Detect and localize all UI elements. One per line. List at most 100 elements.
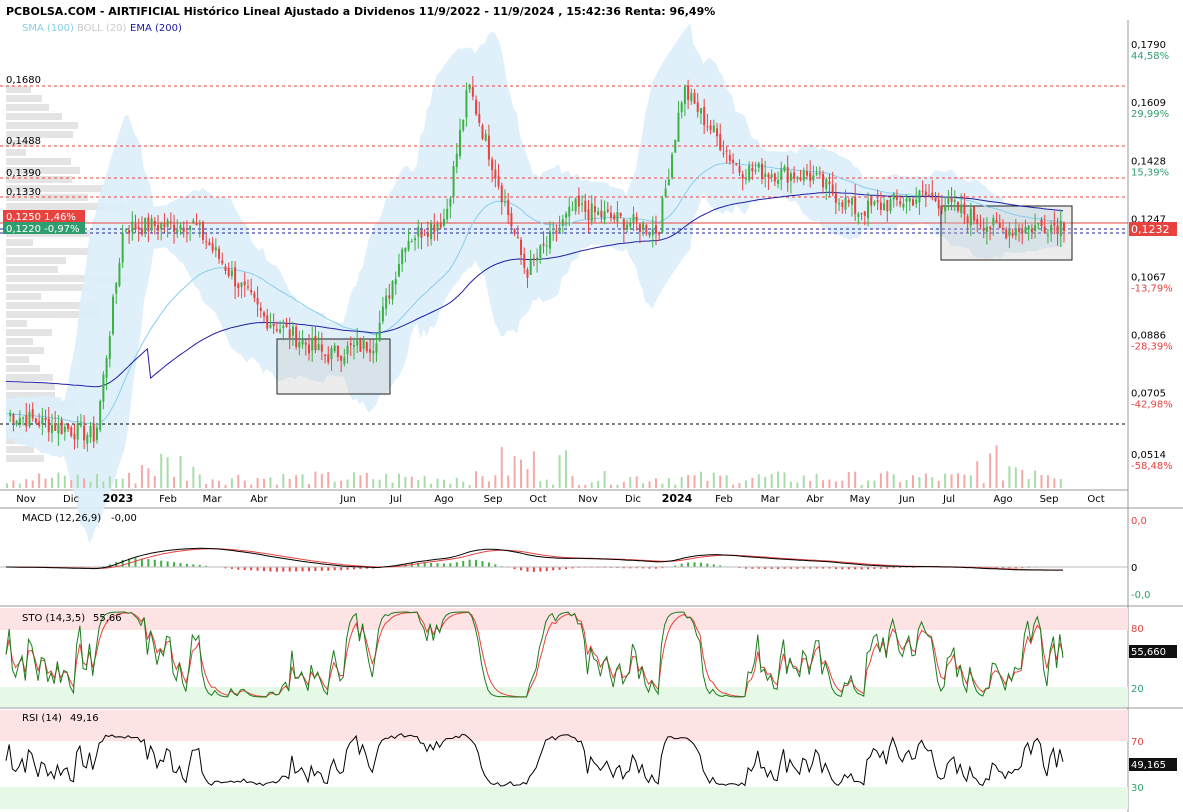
volume-bar bbox=[654, 478, 657, 488]
candle-body bbox=[985, 226, 988, 233]
legend-boll: BOLL (20) bbox=[77, 23, 127, 34]
candle-body bbox=[70, 427, 73, 437]
volume-bar bbox=[706, 480, 709, 488]
month-label: Abr bbox=[250, 494, 268, 505]
candle-body bbox=[953, 200, 956, 202]
volume-bar bbox=[263, 478, 266, 488]
month-label: May bbox=[850, 494, 871, 505]
volume-bar bbox=[269, 477, 272, 488]
macd-histogram-bar bbox=[153, 559, 156, 567]
candle-body bbox=[989, 226, 992, 229]
candle-body bbox=[308, 344, 310, 354]
volume-profile-bar bbox=[6, 266, 58, 273]
candle-body bbox=[854, 196, 857, 214]
candle-body bbox=[352, 345, 355, 347]
candle-body bbox=[626, 224, 629, 230]
candle-body bbox=[847, 200, 850, 203]
month-label: 2024 bbox=[662, 492, 693, 505]
macd-histogram-bar bbox=[442, 563, 445, 567]
volume-bar bbox=[777, 471, 780, 488]
macd-histogram-bar bbox=[481, 561, 484, 567]
candle-body bbox=[362, 339, 365, 349]
month-label: Sep bbox=[1040, 494, 1059, 505]
candle-body bbox=[520, 239, 523, 255]
volume-bar bbox=[76, 474, 79, 488]
sto-label: STO (14,3,5) bbox=[22, 613, 85, 624]
volume-bar bbox=[372, 479, 375, 488]
volume-bar bbox=[218, 481, 221, 488]
volume-bar bbox=[648, 481, 651, 488]
macd-tick: 0,0 bbox=[1131, 516, 1147, 527]
candle-body bbox=[918, 190, 921, 203]
candle-body bbox=[301, 339, 304, 345]
candle-body bbox=[282, 325, 285, 328]
volume-bar bbox=[295, 475, 298, 488]
macd-histogram-bar bbox=[487, 562, 490, 567]
candle-body bbox=[1034, 224, 1037, 231]
volume-bar bbox=[873, 480, 876, 488]
candle-body bbox=[115, 283, 118, 294]
candle-body bbox=[568, 206, 571, 217]
price-pct-label: -28,39% bbox=[1131, 341, 1173, 352]
sto-overbought-zone bbox=[0, 608, 1128, 630]
candle-body bbox=[25, 415, 28, 427]
volume-bar bbox=[1053, 478, 1056, 488]
volume-bar bbox=[417, 480, 420, 488]
volume-bar bbox=[989, 453, 992, 488]
volume-bar bbox=[153, 476, 156, 488]
left-level-label: 0,1390 bbox=[6, 168, 41, 179]
candle-body bbox=[128, 230, 131, 234]
candle-body bbox=[651, 228, 654, 236]
candle-body bbox=[285, 323, 288, 327]
candle-body bbox=[372, 351, 375, 354]
month-label: Dic bbox=[625, 494, 641, 505]
candle-body bbox=[593, 205, 596, 213]
candle-body bbox=[783, 166, 786, 172]
macd-histogram-bar bbox=[134, 558, 137, 567]
volume-bar bbox=[359, 475, 362, 488]
month-label: Ago bbox=[434, 494, 453, 505]
volume-bar bbox=[719, 475, 722, 488]
candle-body bbox=[388, 295, 391, 299]
volume-bar bbox=[494, 475, 497, 488]
candle-body bbox=[699, 108, 702, 114]
volume-bar bbox=[982, 483, 985, 488]
volume-bar bbox=[712, 472, 715, 488]
candle-body bbox=[102, 374, 105, 402]
candle-body bbox=[391, 281, 394, 300]
volume-bar bbox=[18, 483, 21, 488]
macd-histogram-bar bbox=[275, 567, 278, 572]
candle-body bbox=[658, 232, 661, 235]
volume-bar bbox=[160, 453, 163, 488]
volume-bar bbox=[886, 471, 889, 488]
candle-body bbox=[230, 270, 233, 276]
candle-body bbox=[211, 243, 214, 251]
candle-body bbox=[86, 434, 89, 444]
volume-profile-bar bbox=[6, 284, 90, 291]
candle-body bbox=[934, 197, 937, 202]
price-tick-label: 0,1067 bbox=[1131, 272, 1166, 283]
volume-bar bbox=[963, 474, 966, 488]
candle-body bbox=[173, 224, 176, 232]
volume-bar bbox=[854, 471, 857, 488]
candle-body bbox=[83, 425, 86, 441]
volume-bar bbox=[455, 477, 458, 488]
candle-body bbox=[960, 204, 963, 213]
candle-body bbox=[15, 420, 18, 425]
month-label: Sep bbox=[484, 494, 503, 505]
candle-body bbox=[761, 163, 763, 179]
candle-body bbox=[654, 225, 657, 234]
macd-histogram-bar bbox=[256, 567, 259, 571]
candle-body bbox=[237, 283, 240, 289]
volume-bar bbox=[571, 475, 574, 488]
candle-body bbox=[831, 184, 834, 195]
candle-body bbox=[375, 343, 378, 353]
volume-bar bbox=[918, 477, 921, 488]
candle-body bbox=[687, 85, 690, 100]
rsi-label: RSI (14) bbox=[22, 713, 62, 724]
volume-profile-bar bbox=[6, 95, 42, 102]
volume-bar bbox=[397, 473, 400, 488]
candle-body bbox=[629, 223, 632, 227]
candle-body bbox=[346, 345, 349, 355]
month-label: Mar bbox=[761, 494, 781, 505]
